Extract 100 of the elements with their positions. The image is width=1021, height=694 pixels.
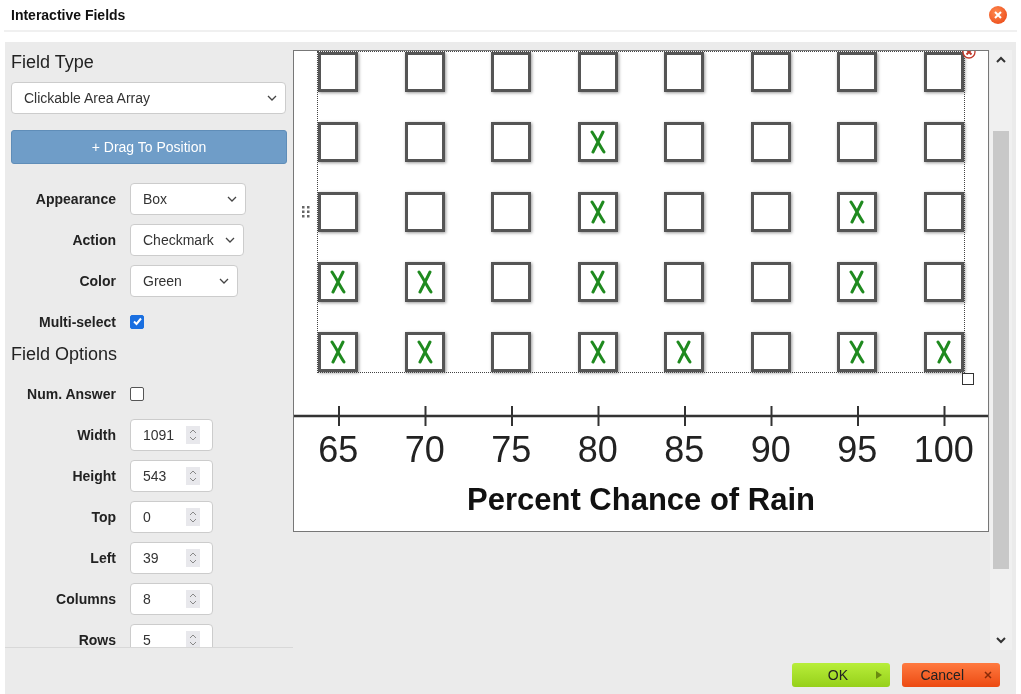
axis-label: 70 [403, 430, 446, 470]
dropdown[interactable]: Box [130, 182, 246, 215]
axis-label: 85 [663, 430, 706, 470]
answer-box[interactable] [837, 192, 878, 232]
answer-box[interactable] [664, 122, 705, 162]
answer-box[interactable] [577, 262, 618, 302]
field-label: Left [89, 549, 116, 566]
axis-label: 80 [576, 430, 619, 470]
field-label: Height [71, 467, 116, 484]
answer-box[interactable] [318, 192, 359, 232]
chevron-down-icon [219, 277, 229, 284]
chevron-down-icon [267, 95, 277, 101]
close-button[interactable] [989, 6, 1007, 24]
chevron-up-icon[interactable] [996, 56, 1006, 63]
answer-box[interactable] [837, 122, 878, 162]
x-mark-icon [675, 340, 694, 364]
field-label: Appearance [34, 190, 116, 207]
close-icon [984, 671, 992, 679]
x-mark-icon [588, 130, 607, 154]
answer-box[interactable] [491, 122, 532, 162]
answer-box[interactable] [577, 122, 618, 162]
answer-box[interactable] [837, 52, 878, 92]
answer-box[interactable] [318, 262, 359, 302]
answer-box[interactable] [491, 262, 532, 302]
section-heading: Field Options [11, 344, 119, 365]
x-mark-icon [848, 270, 867, 294]
answer-box[interactable] [404, 332, 445, 372]
spinner-icon[interactable] [186, 425, 200, 444]
x-mark-icon [329, 270, 348, 294]
answer-box[interactable] [404, 122, 445, 162]
spinner-icon[interactable] [186, 507, 200, 526]
x-mark-icon [848, 340, 867, 364]
answer-box[interactable] [923, 122, 964, 162]
answer-box[interactable] [923, 192, 964, 232]
cancel-button[interactable]: Cancel [902, 663, 1000, 687]
field-type-dropdown[interactable]: Clickable Area Array [11, 82, 286, 114]
answer-box[interactable] [750, 262, 791, 302]
answer-box[interactable] [750, 122, 791, 162]
answer-box[interactable] [491, 332, 532, 372]
field-label: Multi-select [38, 313, 116, 330]
number-field[interactable]: 543 [130, 459, 213, 492]
axis-label: 75 [490, 430, 533, 470]
field-label: Num. Answer [26, 385, 116, 402]
answer-box[interactable] [318, 52, 359, 92]
field-label: Color [78, 272, 116, 289]
play-icon [876, 671, 882, 679]
answer-box[interactable] [318, 332, 359, 372]
field-label: Action [71, 231, 116, 248]
spinner-icon[interactable] [186, 548, 200, 567]
spinner-icon[interactable] [186, 466, 200, 485]
answer-box[interactable] [664, 332, 705, 372]
checkbox[interactable] [130, 314, 144, 329]
answer-box[interactable] [577, 192, 618, 232]
axis-label: 90 [749, 430, 792, 470]
number-field[interactable]: 8 [130, 582, 213, 615]
chevron-down-icon [227, 195, 237, 202]
answer-box[interactable] [837, 332, 878, 372]
field-label: Top [90, 508, 116, 525]
number-field[interactable]: 0 [130, 500, 213, 533]
answer-box[interactable] [491, 52, 532, 92]
chevron-down-icon[interactable] [996, 637, 1006, 644]
answer-box[interactable] [837, 262, 878, 302]
axis-label: 95 [836, 430, 879, 470]
x-mark-icon [588, 340, 607, 364]
answer-box[interactable] [923, 262, 964, 302]
answer-box[interactable] [404, 52, 445, 92]
answer-box[interactable] [664, 52, 705, 92]
resize-handle[interactable] [962, 373, 974, 385]
spinner-icon[interactable] [186, 630, 200, 647]
answer-box[interactable] [318, 122, 359, 162]
x-mark-icon [588, 270, 607, 294]
answer-box[interactable] [923, 52, 964, 92]
field-label: Rows [77, 631, 116, 647]
scrollbar[interactable] [990, 50, 1012, 650]
number-field[interactable]: 5 [130, 623, 213, 647]
answer-box[interactable] [404, 192, 445, 232]
answer-box[interactable] [750, 52, 791, 92]
x-mark-icon [415, 340, 434, 364]
drag-handle-icon[interactable] [302, 206, 310, 218]
x-mark-icon [329, 340, 348, 364]
field-label: Width [76, 426, 116, 443]
dropdown[interactable]: Checkmark [130, 223, 244, 256]
dropdown[interactable]: Green [130, 264, 238, 297]
axis-label: 65 [317, 430, 360, 470]
spinner-icon[interactable] [186, 589, 200, 608]
number-field[interactable]: 1091 [130, 418, 213, 451]
answer-box[interactable] [491, 192, 532, 232]
answer-box[interactable] [404, 262, 445, 302]
answer-box[interactable] [923, 332, 964, 372]
number-field[interactable]: 39 [130, 541, 213, 574]
answer-box[interactable] [577, 52, 618, 92]
answer-box[interactable] [750, 332, 791, 372]
checkbox[interactable] [130, 386, 144, 401]
answer-box[interactable] [750, 192, 791, 232]
ok-button[interactable]: OK [792, 663, 890, 687]
answer-box[interactable] [577, 332, 618, 372]
answer-box[interactable] [664, 192, 705, 232]
x-mark-icon [934, 340, 953, 364]
section-heading: Field Type [11, 52, 95, 73]
answer-box[interactable] [664, 262, 705, 302]
